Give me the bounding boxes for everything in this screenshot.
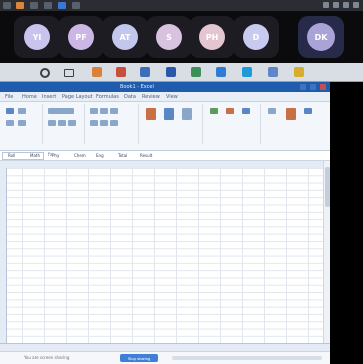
font-select[interactable] [48,108,74,114]
merge-icon[interactable] [110,120,118,126]
participant-tile[interactable]: YI [14,16,60,58]
tray-icon[interactable] [323,2,329,8]
participant-tile-active[interactable]: DK [298,16,344,58]
app-icon[interactable] [140,67,150,77]
participant-tile[interactable]: S [146,16,192,58]
bold-icon[interactable] [48,120,56,126]
screen-share-bar: You are screen sharing Stop sharing [0,351,330,364]
participant-tile[interactable]: PH [189,16,235,58]
column-header-chem: Chem [74,153,86,158]
align-middle-icon[interactable] [100,108,108,114]
autosum-icon[interactable] [268,108,276,114]
app-icon[interactable] [166,67,176,77]
avatar: D [243,24,269,50]
font-group [44,104,85,144]
participant-tile[interactable]: AT [102,16,148,58]
delete-icon[interactable] [226,108,234,114]
paste-icon[interactable] [6,108,14,114]
avatar: S [156,24,182,50]
system-tray [279,2,359,9]
column-header-phy: Phy [52,153,60,158]
share-status-text: You are screen sharing [24,355,70,360]
stop-sharing-button[interactable]: Stop sharing [120,354,158,362]
row-numbers [0,168,7,343]
browser-tab-strip [0,0,363,11]
tab-icon[interactable] [58,2,66,9]
wrap-text-icon[interactable] [110,108,118,114]
find-select-icon[interactable] [304,108,312,114]
tab-formulas[interactable]: Formulas [96,94,119,100]
formula-bar: fx [0,151,330,161]
tab-home[interactable]: Home [22,94,37,100]
avatar: AT [112,24,138,50]
windows-taskbar [0,63,363,82]
column-header-eng: Eng [96,153,104,158]
right-blank-area [330,82,363,363]
tab-icon[interactable] [16,2,24,9]
app-icon[interactable] [92,67,102,77]
avatar: DK [307,23,335,51]
chrome-icon[interactable] [116,67,126,77]
participant-tile[interactable]: PF [58,16,104,58]
ribbon-tab-bar: File Home Insert Page Layout Formulas Da… [0,92,330,102]
italic-icon[interactable] [58,120,66,126]
tab-review[interactable]: Review [142,94,160,100]
avatar: PH [199,24,225,50]
tab-icon[interactable] [72,2,80,9]
align-top-icon[interactable] [90,108,98,114]
avatar: YI [24,24,50,50]
tab-icon[interactable] [30,2,38,9]
file-explorer-icon[interactable] [294,67,304,77]
sort-filter-icon[interactable] [286,108,296,120]
align-left-icon[interactable] [90,120,98,126]
zoom-slider[interactable] [172,356,322,360]
maximize-icon[interactable] [310,84,316,90]
column-header-roll: Roll [8,153,16,158]
tray-icon[interactable] [333,2,339,8]
tab-view[interactable]: View [166,94,178,100]
excel-icon[interactable] [191,67,201,77]
app-icon[interactable] [268,67,278,77]
format-painter-icon[interactable] [18,120,26,126]
tab-icon[interactable] [44,2,52,9]
underline-icon[interactable] [68,120,76,126]
format-as-table-icon[interactable] [164,108,174,120]
column-header-result: Result [140,153,153,158]
avatar: PF [68,24,94,50]
cells-group [204,104,261,144]
column-header-total: Total [118,153,128,158]
close-icon[interactable] [320,84,326,90]
cut-icon[interactable] [18,108,26,114]
tab-data[interactable]: Data [124,94,136,100]
tab-page-layout[interactable]: Page Layout [62,94,93,100]
align-center-icon[interactable] [100,120,108,126]
alignment-group [86,104,139,144]
title-bar: Book1 - Excel [0,82,330,92]
tray-icon[interactable] [343,2,349,8]
search-icon[interactable] [40,68,50,78]
cell-styles-icon[interactable] [182,108,192,120]
editing-group [262,104,322,144]
column-header-math: Math [30,153,41,158]
window-title: Book1 - Excel [120,84,154,90]
excel-window: Book1 - Excel File Home Insert Page Layo… [0,82,331,364]
tray-icon[interactable] [353,2,359,8]
clipboard-group [2,104,43,144]
format-icon[interactable] [242,108,250,114]
participant-tile[interactable]: D [233,16,279,58]
tab-insert[interactable]: Insert [42,94,56,100]
styles-group [140,104,203,144]
edge-icon[interactable] [242,67,252,77]
insert-icon[interactable] [210,108,218,114]
app-icon[interactable] [216,67,226,77]
ribbon [0,102,330,151]
task-view-icon[interactable] [64,69,74,77]
participant-strip: YI PF AT S PH D DK [0,11,363,63]
conditional-formatting-icon[interactable] [146,108,156,120]
copy-icon[interactable] [6,120,14,126]
minimize-icon[interactable] [300,84,306,90]
tab-icon[interactable] [3,2,11,9]
tab-file[interactable]: File [5,94,13,100]
spreadsheet-grid[interactable] [0,168,330,343]
